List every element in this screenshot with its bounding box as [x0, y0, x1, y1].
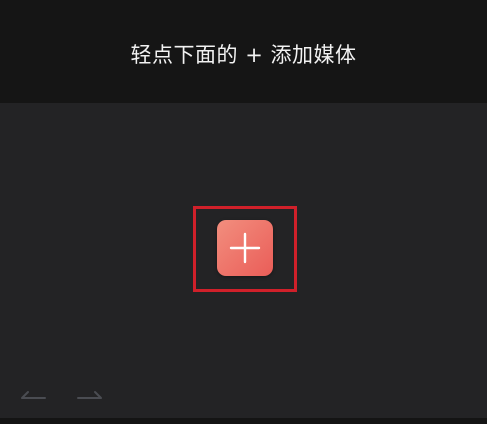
bottom-edge — [0, 418, 487, 424]
media-editor-screen: 轻点下面的 + 添加媒体 — [0, 0, 487, 424]
add-media-button[interactable] — [217, 220, 273, 276]
plus-icon — [229, 232, 261, 264]
redo-arrow-icon — [77, 391, 102, 399]
add-media-hint: 轻点下面的 + 添加媒体 — [130, 43, 357, 67]
redo-button[interactable] — [75, 381, 105, 403]
top-hint-bar: 轻点下面的 + 添加媒体 — [0, 0, 487, 103]
undo-button[interactable] — [18, 381, 48, 403]
undo-arrow-icon — [21, 391, 46, 399]
